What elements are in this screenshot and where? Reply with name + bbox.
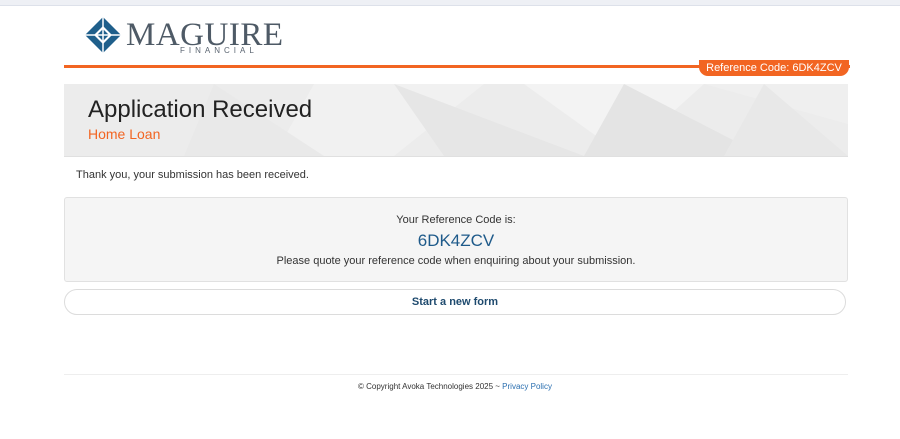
page-subtitle: Home Loan [88, 126, 161, 142]
footer-divider [64, 374, 848, 375]
brand-subtitle: FINANCIAL [180, 46, 258, 55]
reference-code-tab: Reference Code: 6DK4ZCV [699, 60, 849, 76]
page-title: Application Received [88, 96, 313, 123]
footer: © Copyright Avoka Technologies 2025 ~ Pr… [0, 382, 900, 391]
reference-code-value: 6DK4ZCV [417, 231, 495, 250]
reference-code-label: Your Reference Code is: [396, 214, 516, 226]
start-new-form-button[interactable]: Start a new form [64, 289, 846, 315]
page-banner: Application Received Home Loan [64, 84, 848, 157]
diamond-logo-icon [85, 17, 121, 53]
thank-you-message: Thank you, your submission has been rece… [76, 169, 309, 181]
copyright-text: © Copyright Avoka Technologies 2025 ~ [358, 382, 500, 391]
browser-top-strip [0, 0, 900, 6]
reference-code-panel: Your Reference Code is: 6DK4ZCV Please q… [64, 197, 848, 282]
maguire-logo: MAGUIRE FINANCIAL [84, 16, 283, 58]
reference-code-note: Please quote your reference code when en… [276, 255, 636, 267]
privacy-policy-link[interactable]: Privacy Policy [502, 382, 552, 391]
